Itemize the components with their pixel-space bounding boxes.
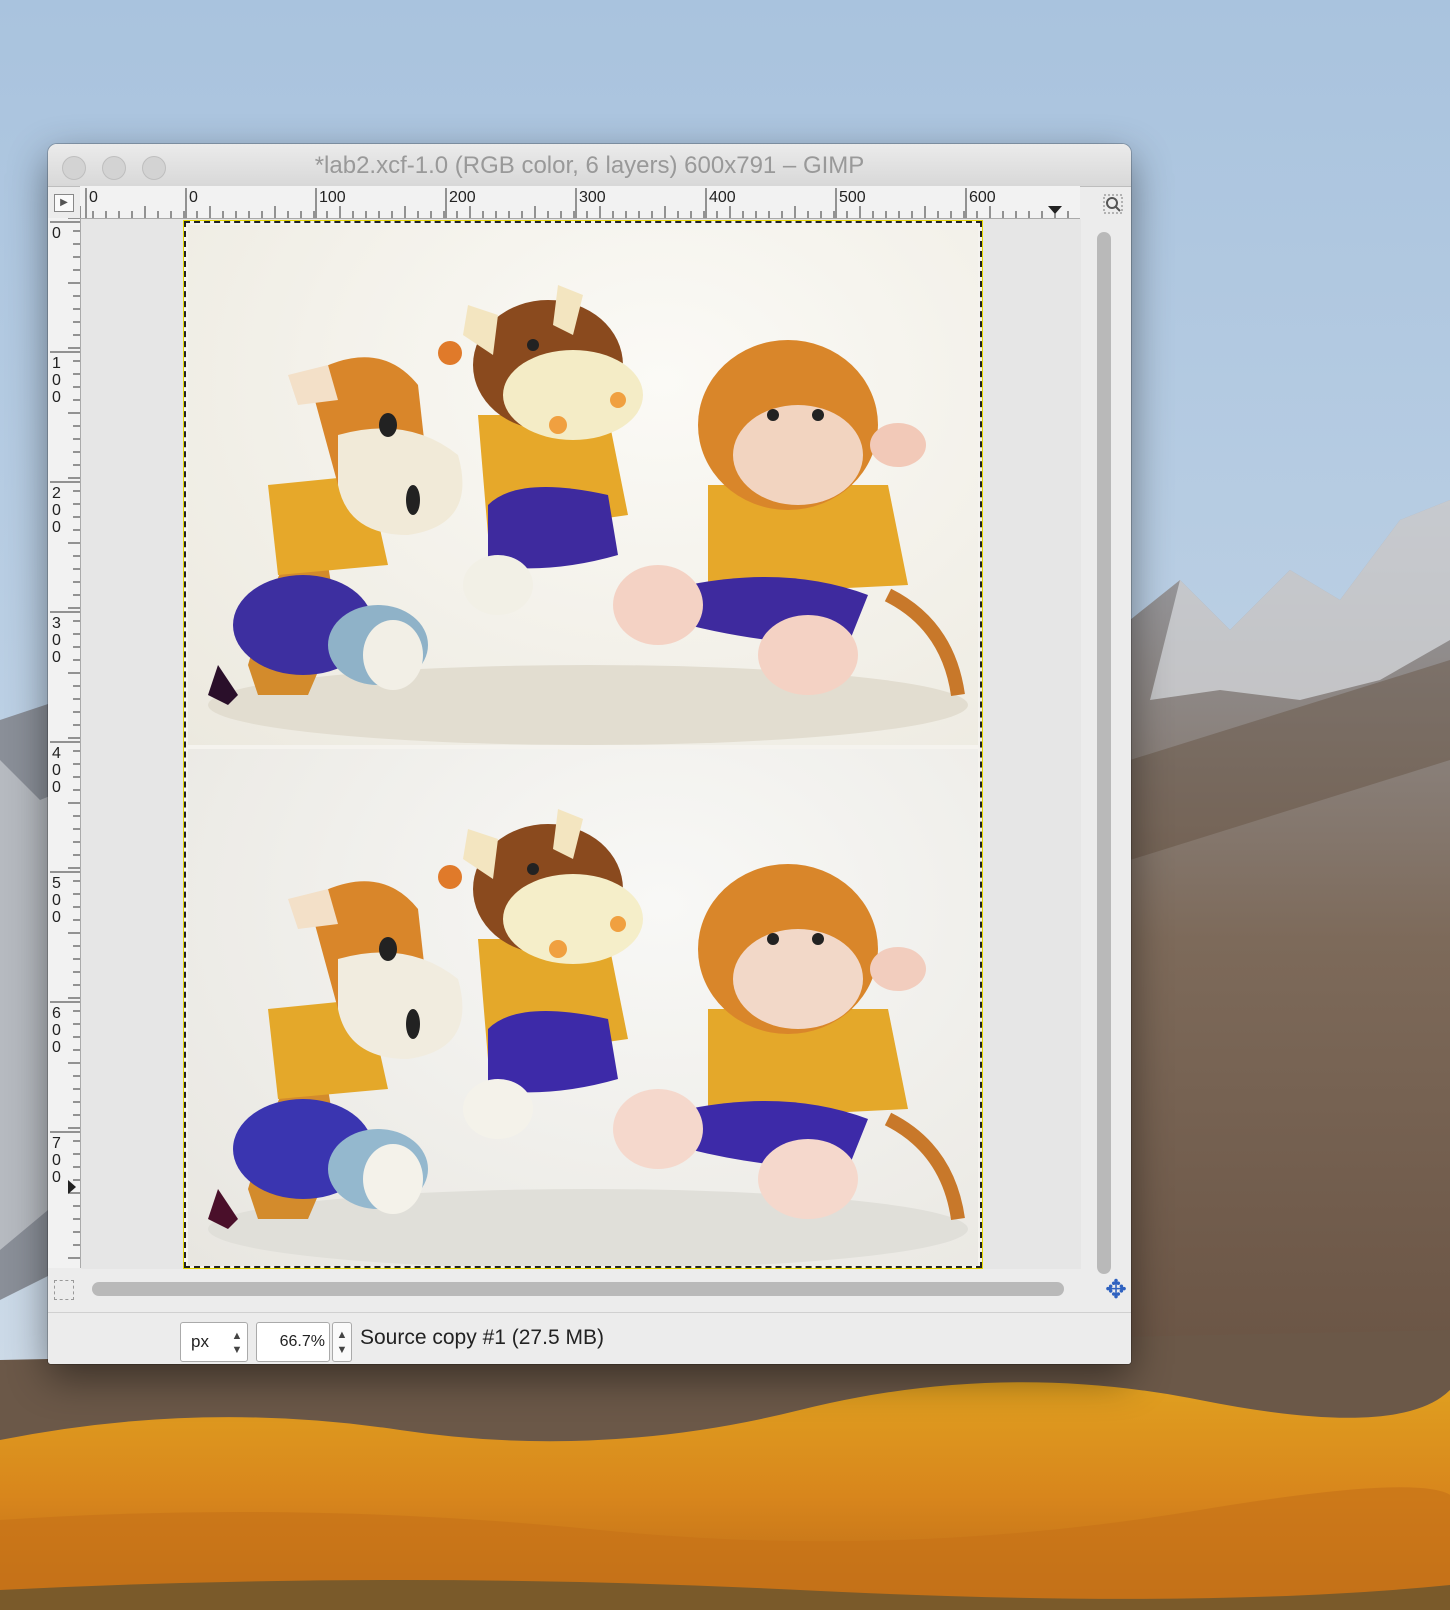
vertical-ruler-label: 0 bbox=[52, 519, 61, 536]
magnifier-icon[interactable] bbox=[1102, 194, 1124, 214]
pointer-position-marker-icon bbox=[68, 1180, 76, 1194]
horizontal-ruler-label: 100 bbox=[319, 189, 346, 206]
vertical-ruler-label: 7 bbox=[52, 1135, 61, 1152]
unit-select[interactable]: px ▲ ▼ bbox=[180, 1322, 248, 1362]
four-arrow-move-icon[interactable]: ✥ bbox=[1103, 1276, 1129, 1303]
vertical-ruler-label: 5 bbox=[52, 875, 61, 892]
vertical-ruler-label: 0 bbox=[52, 632, 61, 649]
horizontal-ruler-label: 300 bbox=[579, 189, 606, 206]
vertical-ruler-label: 0 bbox=[52, 502, 61, 519]
vertical-ruler-label: 0 bbox=[52, 225, 61, 242]
vertical-ruler-label: 0 bbox=[52, 892, 61, 909]
status-message: Source copy #1 (27.5 MB) bbox=[360, 1326, 604, 1349]
image-canvas[interactable] bbox=[81, 219, 1081, 1269]
gimp-image-window[interactable]: *lab2.xcf-1.0 (RGB color, 6 layers) 600x… bbox=[48, 144, 1131, 1364]
unit-value: px bbox=[191, 1332, 209, 1351]
window-titlebar[interactable]: *lab2.xcf-1.0 (RGB color, 6 layers) 600x… bbox=[48, 144, 1131, 187]
unit-down-arrow-icon[interactable]: ▼ bbox=[231, 1344, 243, 1356]
horizontal-ruler-ticks: 0 0 100 200 300 400 500 600 bbox=[79, 188, 1069, 218]
vertical-ruler-label: 0 bbox=[52, 1039, 61, 1056]
vertical-ruler-label: 0 bbox=[52, 649, 61, 666]
horizontal-ruler[interactable]: 0 0 100 200 300 400 500 600 bbox=[79, 186, 1080, 219]
horizontal-scrollbar[interactable] bbox=[88, 1278, 1068, 1300]
quick-mask-icon[interactable] bbox=[54, 1280, 74, 1300]
vertical-ruler-label: 0 bbox=[52, 372, 61, 389]
zoom-up-arrow-icon[interactable]: ▲ bbox=[336, 1329, 348, 1341]
zoom-field[interactable]: 66.7% bbox=[256, 1322, 330, 1362]
vertical-ruler-label: 2 bbox=[52, 485, 61, 502]
statusbar: px ▲ ▼ 66.7% ▲ ▼ Source copy #1 (27.5 MB… bbox=[48, 1312, 1131, 1364]
horizontal-ruler-label: 500 bbox=[839, 189, 866, 206]
vertical-ruler-label: 0 bbox=[52, 779, 61, 796]
vertical-ruler-label: 0 bbox=[52, 389, 61, 406]
vertical-ruler-label: 1 bbox=[52, 355, 61, 372]
zoom-value: 66.7% bbox=[279, 1333, 325, 1350]
window-title: *lab2.xcf-1.0 (RGB color, 6 layers) 600x… bbox=[314, 152, 865, 179]
zoom-spinner[interactable]: ▲ ▼ bbox=[332, 1322, 352, 1362]
ruler-menu-icon[interactable]: ▶ bbox=[54, 194, 74, 212]
vertical-scrollbar[interactable] bbox=[1094, 226, 1116, 1286]
horizontal-ruler-label: 600 bbox=[969, 189, 996, 206]
vertical-ruler-label: 3 bbox=[52, 615, 61, 632]
image-boundary-selection[interactable] bbox=[183, 220, 983, 1269]
plush-toys-photo-bottom bbox=[188, 749, 978, 1266]
horizontal-ruler-label: 400 bbox=[709, 189, 736, 206]
plush-toys-photo-top bbox=[188, 225, 978, 745]
horizontal-ruler-label: 0 bbox=[89, 189, 98, 206]
vertical-ruler-label: 4 bbox=[52, 745, 61, 762]
vertical-ruler[interactable]: 0100200300400500600700 bbox=[48, 217, 81, 1268]
vertical-scrollbar-thumb[interactable] bbox=[1097, 232, 1111, 1274]
unit-up-arrow-icon[interactable]: ▲ bbox=[231, 1330, 243, 1342]
vertical-ruler-label: 0 bbox=[52, 762, 61, 779]
vertical-ruler-label: 0 bbox=[52, 1169, 61, 1186]
vertical-ruler-ticks: 0100200300400500600700 bbox=[50, 217, 80, 1259]
vertical-ruler-label: 0 bbox=[52, 1152, 61, 1169]
vertical-ruler-label: 0 bbox=[52, 1022, 61, 1039]
pointer-position-marker-icon bbox=[1048, 206, 1062, 214]
horizontal-ruler-label: 0 bbox=[189, 189, 198, 206]
horizontal-scrollbar-thumb[interactable] bbox=[92, 1282, 1064, 1296]
zoom-down-arrow-icon[interactable]: ▼ bbox=[336, 1344, 348, 1356]
vertical-ruler-label: 0 bbox=[52, 909, 61, 926]
vertical-ruler-label: 6 bbox=[52, 1005, 61, 1022]
horizontal-ruler-label: 200 bbox=[449, 189, 476, 206]
